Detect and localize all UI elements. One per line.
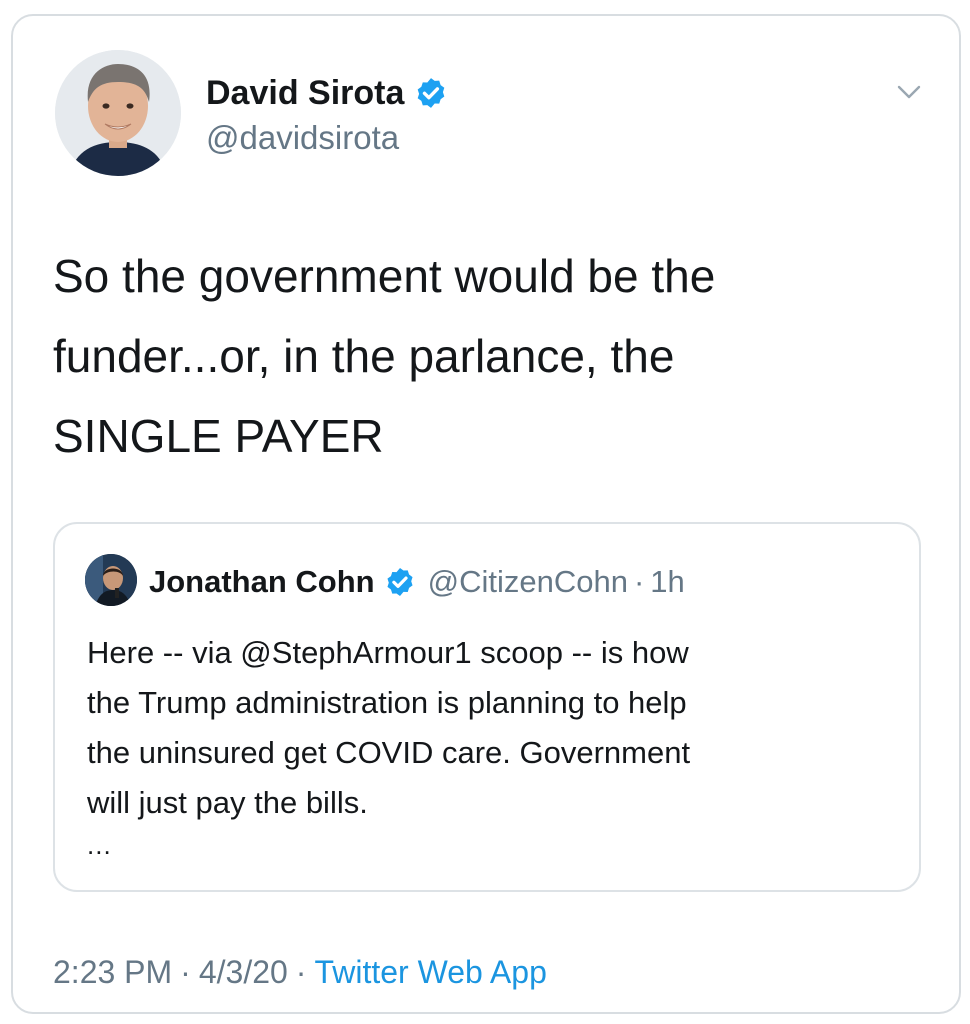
verified-badge-icon xyxy=(418,78,445,108)
tweet-footer: 2:23 PM · 4/3/20 · Twitter Web App xyxy=(53,950,547,994)
quoted-tweet-text-line: Here -- via @StephArmour1 scoop -- is ho… xyxy=(87,635,689,670)
author-avatar[interactable] xyxy=(55,50,181,176)
quoted-author-display-name[interactable]: Jonathan Cohn xyxy=(149,564,375,600)
separator-dot: · xyxy=(295,954,307,990)
quoted-tweet-header: Jonathan Cohn @CitizenCohn · 1h xyxy=(149,560,685,604)
separator-dot: · xyxy=(180,954,191,990)
tweet-date[interactable]: 4/3/20 xyxy=(199,950,288,994)
tweet-source-link[interactable]: Twitter Web App xyxy=(314,950,546,994)
tweet-text-line: So the government would be the xyxy=(53,250,716,302)
tweet-card: David Sirota @davidsirota So the governm… xyxy=(11,14,961,1014)
quoted-tweet-text-line: the Trump administration is planning to … xyxy=(87,685,687,720)
tweet-text-line: SINGLE PAYER xyxy=(53,410,384,462)
author-display-name[interactable]: David Sirota xyxy=(206,70,404,116)
tweet-timestamp[interactable]: 2:23 PM xyxy=(53,950,172,994)
chevron-down-icon[interactable] xyxy=(893,76,925,108)
quoted-tweet[interactable]: Jonathan Cohn @CitizenCohn · 1h Here -- … xyxy=(53,522,921,892)
quoted-tweet-text-line: will just pay the bills. xyxy=(87,785,368,820)
verified-badge-icon xyxy=(387,568,413,596)
author-name-row[interactable]: David Sirota xyxy=(206,70,448,116)
quoted-author-avatar-image xyxy=(85,554,137,606)
tweet-text: So the government would be the funder...… xyxy=(53,236,933,476)
quoted-author-avatar[interactable] xyxy=(85,554,137,606)
quoted-tweet-time[interactable]: 1h xyxy=(650,564,684,600)
author-handle[interactable]: @davidsirota xyxy=(206,116,399,160)
quoted-tweet-truncation: ... xyxy=(87,830,112,860)
quoted-tweet-text-line: the uninsured get COVID care. Government xyxy=(87,735,691,770)
tweet-text-line: funder...or, in the parlance, the xyxy=(53,330,675,382)
quoted-tweet-text: Here -- via @StephArmour1 scoop -- is ho… xyxy=(87,628,907,828)
separator-dot: · xyxy=(633,564,645,599)
quoted-author-handle[interactable]: @CitizenCohn xyxy=(428,564,628,600)
author-avatar-image xyxy=(55,50,181,176)
